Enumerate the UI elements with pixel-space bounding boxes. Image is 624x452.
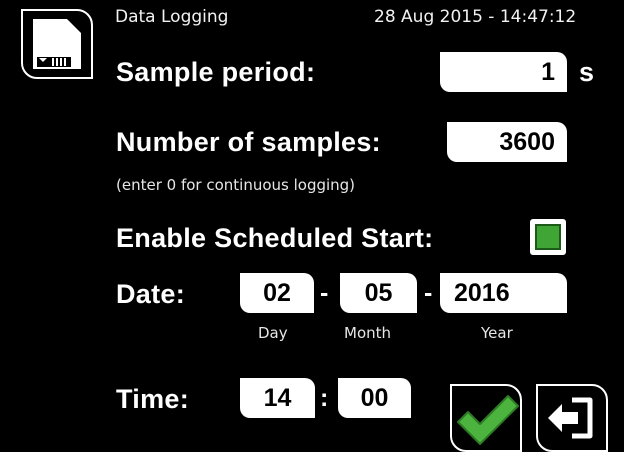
time-minute-field[interactable]: 00 (338, 378, 411, 418)
date-label: Date: (116, 279, 186, 309)
number-of-samples-hint: (enter 0 for continuous logging) (116, 176, 356, 194)
date-separator: - (320, 279, 329, 307)
number-of-samples-field[interactable]: 3600 (447, 122, 567, 162)
sample-period-unit: s (579, 57, 595, 87)
exit-arrow-icon (548, 397, 593, 439)
checkmark-icon (457, 395, 519, 445)
time-separator: : (320, 384, 329, 412)
storage-button[interactable] (21, 9, 93, 79)
scheduled-start-label: Enable Scheduled Start: (116, 223, 434, 253)
date-year-field[interactable]: 2016 (440, 273, 567, 313)
exit-button[interactable] (536, 384, 608, 452)
date-day-field[interactable]: 02 (240, 273, 314, 313)
confirm-button[interactable] (450, 384, 522, 452)
header-datetime: 28 Aug 2015 - 14:47:12 (374, 7, 577, 27)
sample-period-label: Sample period: (116, 57, 316, 87)
scheduled-start-checkbox[interactable] (530, 219, 566, 255)
checkbox-checked-indicator (535, 224, 561, 250)
month-caption: Month (344, 324, 392, 342)
time-label: Time: (116, 384, 190, 414)
time-hour-field[interactable]: 14 (240, 378, 315, 418)
sample-period-field[interactable]: 1 (440, 52, 567, 92)
year-caption: Year (481, 324, 513, 342)
date-separator: - (424, 279, 433, 307)
date-month-field[interactable]: 05 (340, 273, 417, 313)
sd-card-icon (33, 19, 81, 69)
day-caption: Day (258, 324, 288, 342)
number-of-samples-label: Number of samples: (116, 127, 381, 157)
page-title: Data Logging (115, 7, 229, 27)
